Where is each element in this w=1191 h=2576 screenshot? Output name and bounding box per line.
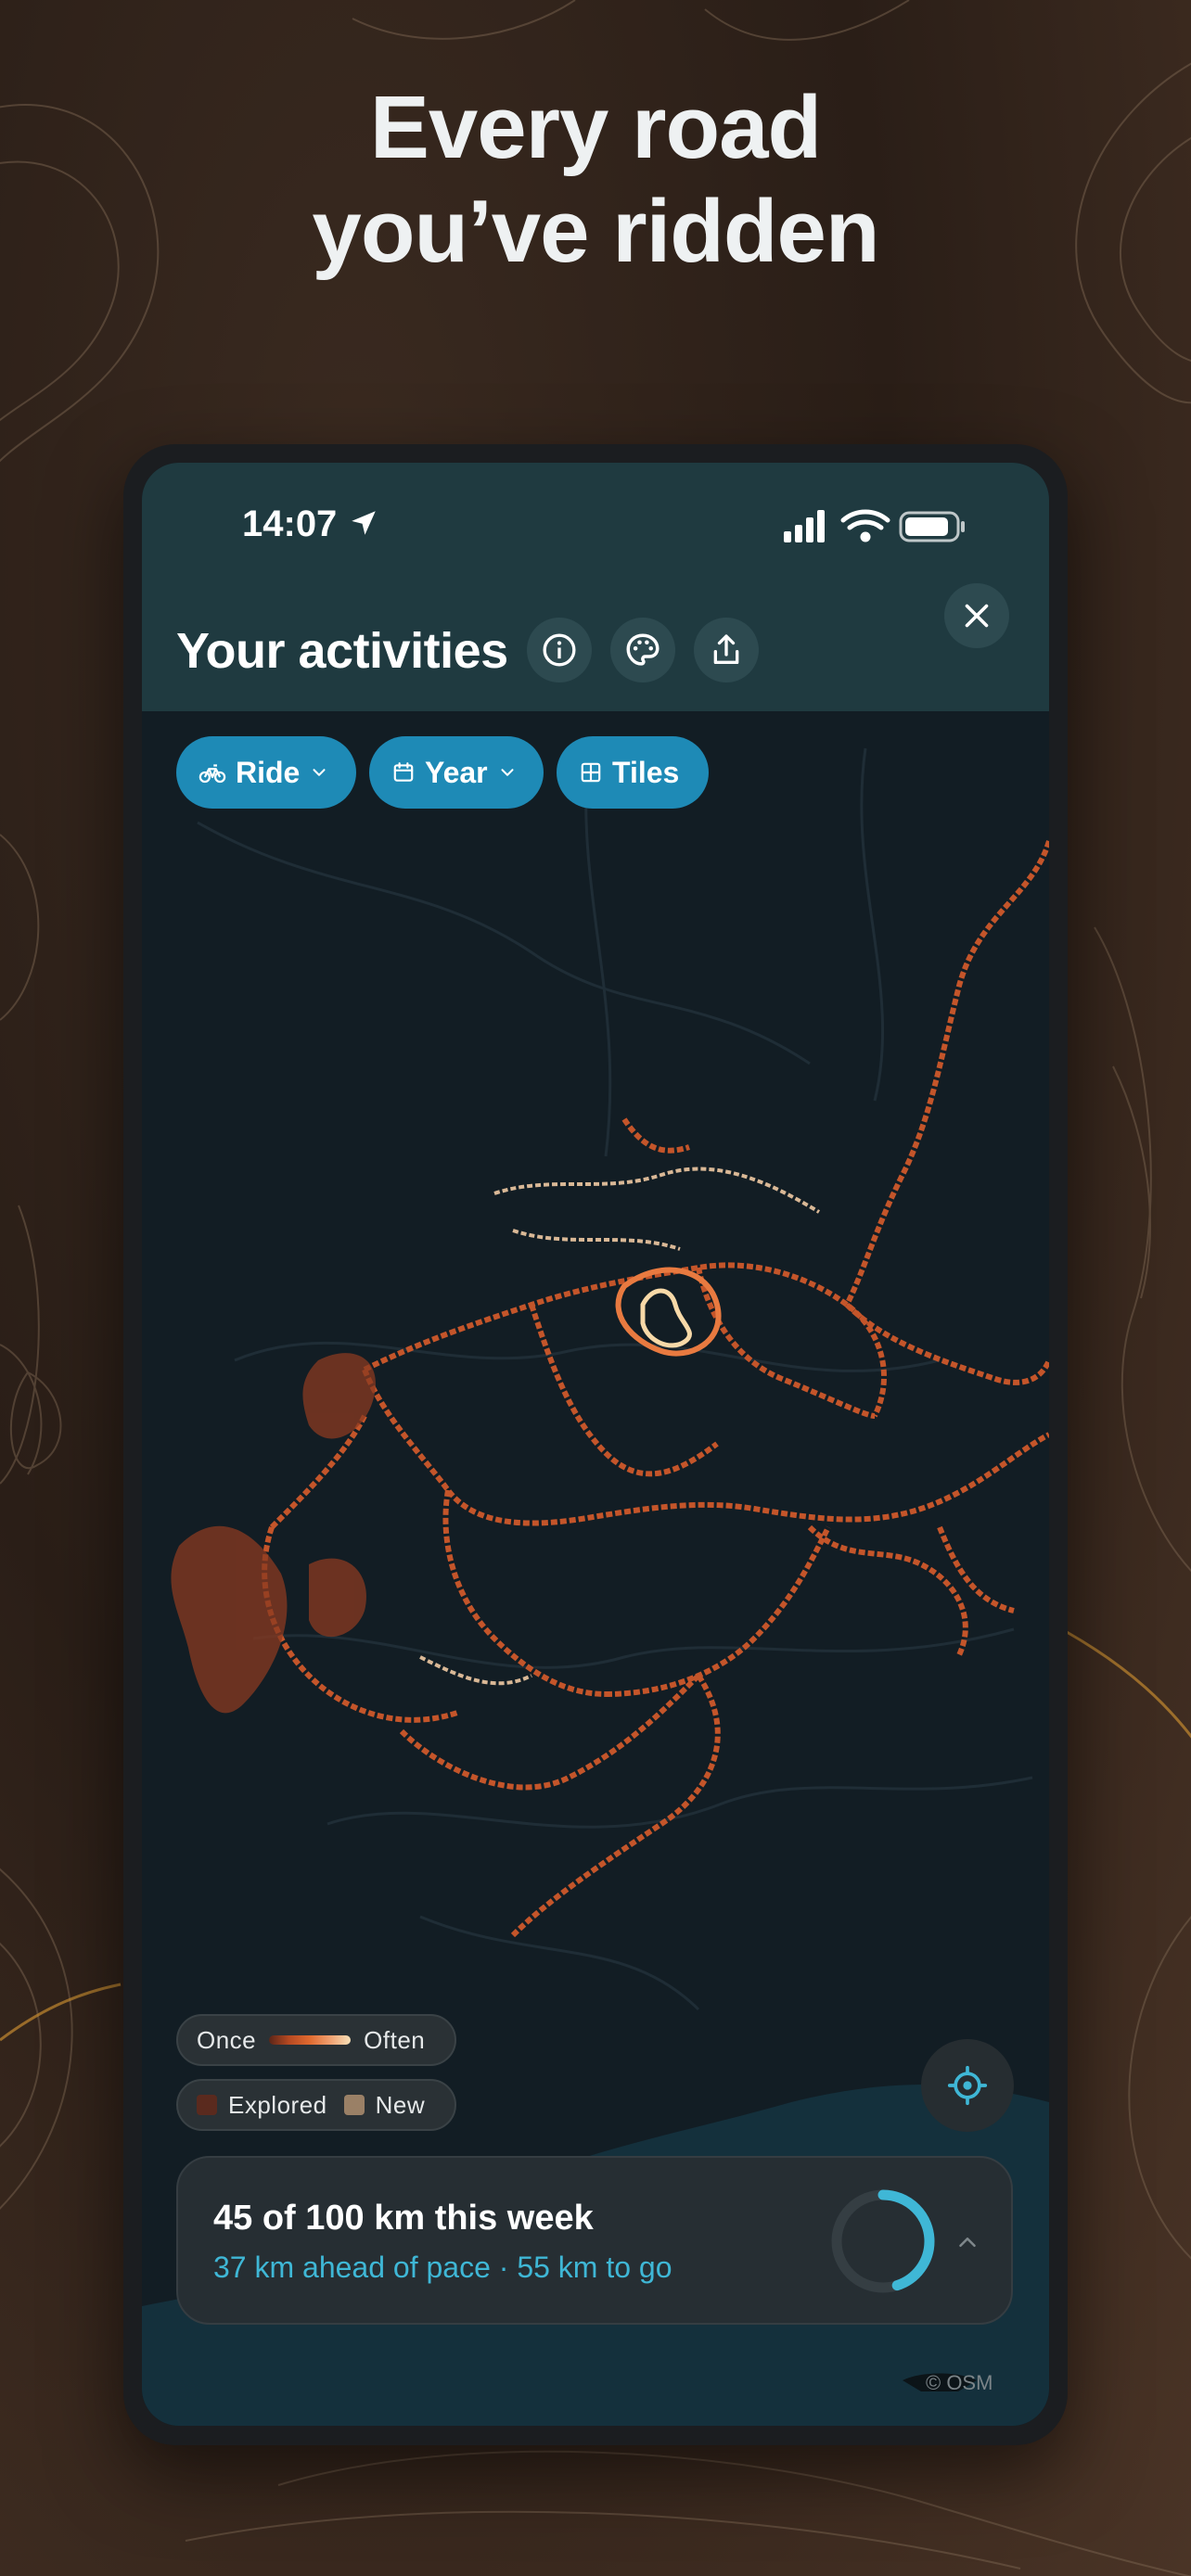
filter-chip-year[interactable]: Year: [369, 736, 544, 809]
map-attribution: © OSM: [926, 2371, 993, 2394]
page-title: Your activities: [176, 623, 508, 679]
legend-explored-label: Explored: [228, 2090, 327, 2119]
calendar-icon: [393, 762, 414, 782]
headline: Every road you’ve ridden: [0, 76, 1191, 284]
chevron-down-icon: [501, 769, 514, 776]
locate-me-button[interactable]: [921, 2039, 1014, 2132]
palette-button[interactable]: [610, 618, 675, 682]
filter-chip-label: Tiles: [612, 755, 680, 789]
frequency-legend: Once Often: [176, 2014, 456, 2066]
frequency-gradient: [269, 2035, 352, 2045]
weekly-goal-card[interactable]: 45 of 100 km this week 37 km ahead of pa…: [176, 2156, 1013, 2325]
chevron-up-icon[interactable]: [954, 2228, 981, 2256]
grid-icon: [581, 762, 601, 783]
legend-new-label: New: [375, 2090, 426, 2119]
headline-line-1: Every road: [369, 78, 822, 177]
wifi-icon: [840, 509, 890, 542]
battery-icon: [899, 511, 965, 542]
filter-chip-label: Ride: [236, 755, 301, 789]
legend-once-label: Once: [197, 2025, 257, 2054]
location-arrow-icon: [352, 511, 376, 535]
bicycle-icon: [198, 764, 226, 784]
close-button[interactable]: [944, 583, 1009, 648]
cellular-signal-icon: [784, 510, 825, 542]
phone-screen: 14:07 Your activities Ride Year Tiles On…: [142, 463, 1049, 2426]
chevron-down-icon: [313, 769, 326, 776]
header-bar: 14:07 Your activities: [142, 463, 1049, 711]
legend-often-label: Often: [364, 2025, 426, 2054]
share-icon: [713, 634, 739, 664]
filter-chip-tiles[interactable]: Tiles: [557, 736, 709, 809]
filter-chip-ride[interactable]: Ride: [176, 736, 356, 809]
info-button[interactable]: [527, 618, 592, 682]
explored-legend: Explored New: [176, 2079, 456, 2131]
goal-progress-ring: [831, 2189, 935, 2293]
goal-subtitle: 37 km ahead of pace · 55 km to go: [213, 2251, 672, 2284]
headline-line-2: you’ve ridden: [312, 182, 879, 281]
crosshair-icon: [947, 2065, 988, 2106]
status-icons: [784, 509, 965, 542]
explored-swatch: [197, 2095, 217, 2115]
info-icon: [543, 633, 576, 667]
phone-frame: 14:07 Your activities Ride Year Tiles On…: [123, 444, 1068, 2445]
palette-icon: [626, 633, 660, 666]
share-button[interactable]: [694, 618, 759, 682]
goal-title: 45 of 100 km this week: [213, 2199, 594, 2238]
filter-chip-label: Year: [425, 755, 488, 789]
status-time: 14:07: [242, 504, 338, 544]
close-icon: [965, 604, 989, 628]
new-swatch: [343, 2095, 365, 2115]
